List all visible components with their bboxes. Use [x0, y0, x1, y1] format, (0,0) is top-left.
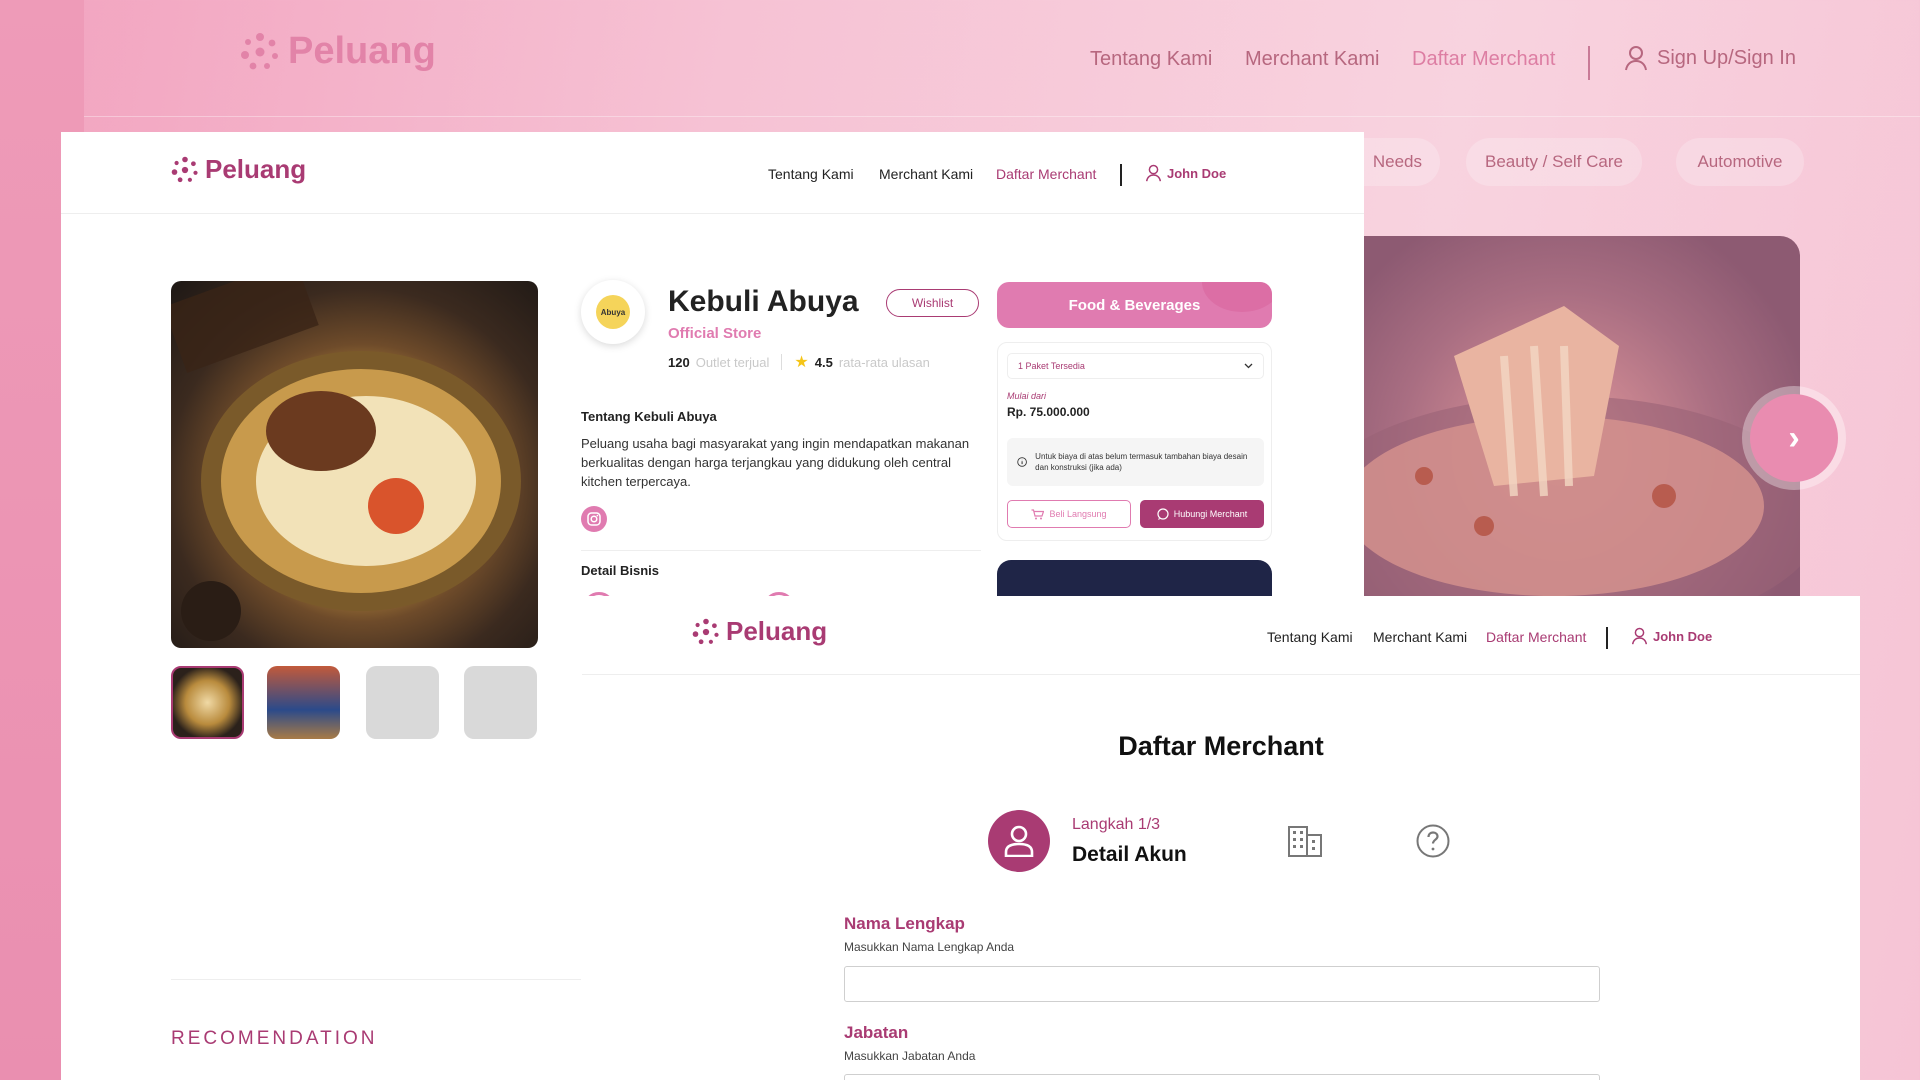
wishlist-button[interactable]: Wishlist	[886, 289, 979, 317]
background-category-beauty[interactable]: Beauty / Self Care	[1466, 138, 1642, 186]
store-thumbnail-4[interactable]	[464, 666, 537, 739]
section-divider	[581, 550, 981, 551]
category-decoration	[1202, 282, 1272, 312]
package-price: Rp. 75.000.000	[1007, 405, 1090, 419]
store-thumbnail-2[interactable]	[267, 666, 340, 739]
buy-now-label: Beli Langsung	[1049, 509, 1107, 519]
user-icon	[1146, 164, 1161, 182]
register-nav-merchant-kami[interactable]: Merchant Kami	[1373, 629, 1467, 645]
detail-logo-text: Peluang	[205, 154, 307, 184]
info-icon	[1017, 457, 1027, 467]
rating-label: rata-rata ulasan	[838, 354, 930, 370]
step-name: Detail Akun	[1072, 843, 1187, 866]
store-stats: 120 Outlet terjual ★ 4.5 rata-rata ulasa…	[668, 352, 930, 372]
about-title: Tentang Kebuli Abuya	[581, 409, 717, 424]
position-input[interactable]	[844, 1074, 1600, 1080]
rating-value: 4.5	[814, 354, 833, 370]
register-user-menu[interactable]: John Doe	[1632, 627, 1712, 645]
user-icon	[1004, 825, 1034, 857]
peluang-logo-icon	[692, 618, 719, 644]
position-label: Jabatan	[844, 1023, 909, 1042]
store-thumbnail-3[interactable]	[366, 666, 439, 739]
background-carousel-next-button[interactable]: ›	[1742, 386, 1846, 490]
chevron-right-icon: ›	[1750, 394, 1838, 482]
detail-nav-merchant-kami[interactable]: Merchant Kami	[879, 166, 973, 182]
store-name: Kebuli Abuya	[668, 285, 859, 318]
step-label: Langkah 1/3	[1072, 816, 1161, 833]
background-logo-text: Peluang	[288, 30, 436, 72]
register-logo[interactable]: Peluang	[692, 616, 827, 647]
outlets-label: Outlet terjual	[695, 354, 770, 370]
background-pizza-banner-image	[1364, 236, 1800, 596]
background-nav-daftar-merchant[interactable]: Daftar Merchant	[1412, 48, 1555, 71]
star-icon: ★	[794, 354, 809, 371]
instagram-glyph	[587, 512, 601, 526]
background-sign-in-text: Sign Up/Sign In	[1657, 46, 1796, 69]
register-merchant-page: Peluang Tentang Kami Merchant Kami Dafta…	[582, 596, 1860, 1080]
detail-nav-divider	[1120, 164, 1122, 186]
register-page-header: Peluang Tentang Kami Merchant Kami Dafta…	[582, 596, 1860, 675]
store-thumbnail-1[interactable]	[171, 666, 244, 739]
recommendation-divider	[171, 979, 581, 980]
chat-icon	[1157, 508, 1169, 520]
price-label: Mulai dari	[1007, 391, 1047, 401]
category-label: Food & Beverages	[1068, 296, 1201, 314]
category-badge: Food & Beverages	[997, 282, 1272, 328]
pizza-illustration	[1364, 306, 1800, 596]
detail-page-header: Peluang Tentang Kami Merchant Kami Dafta…	[61, 132, 1364, 214]
about-text: Peluang usaha bagi masyarakat yang ingin…	[581, 436, 970, 489]
register-logo-text: Peluang	[726, 616, 828, 646]
background-nav-merchant-kami[interactable]: Merchant Kami	[1245, 48, 1380, 71]
building-icon	[1287, 823, 1323, 859]
detail-user-menu[interactable]: John Doe	[1146, 164, 1226, 182]
register-form-title: Daftar Merchant	[1118, 731, 1324, 761]
peluang-logo-icon	[241, 32, 278, 69]
register-nav-tentang-kami[interactable]: Tentang Kami	[1267, 629, 1353, 645]
contact-merchant-button[interactable]: Hubungi Merchant	[1140, 500, 1264, 528]
cart-icon	[1031, 508, 1045, 519]
detail-logo[interactable]: Peluang	[171, 154, 306, 185]
background-logo: Peluang	[240, 30, 436, 73]
package-select[interactable]: 1 Paket Tersedia	[1007, 353, 1264, 379]
register-user-name: John Doe	[1653, 628, 1713, 644]
instagram-icon[interactable]	[581, 506, 607, 532]
price-note: Untuk biaya di atas belum termasuk tamba…	[1007, 438, 1264, 486]
full-name-label: Nama Lengkap	[844, 914, 965, 933]
package-card: 1 Paket Tersedia Mulai dari Rp. 75.000.0…	[997, 342, 1272, 541]
store-main-photo[interactable]	[171, 281, 538, 648]
background-nav-divider	[1588, 46, 1590, 80]
recommendation-title: RECOMENDATION	[171, 1028, 378, 1049]
background-nav-tentang-kami[interactable]: Tentang Kami	[1090, 48, 1212, 71]
question-icon	[1415, 823, 1451, 859]
step-account-circle	[988, 810, 1050, 872]
store-logo-text: Abuya	[596, 295, 630, 329]
kebuli-rice-illustration	[171, 281, 521, 641]
stats-divider	[781, 354, 783, 370]
user-icon	[1632, 627, 1647, 645]
full-name-help: Masukkan Nama Lengkap Anda	[844, 940, 1015, 954]
chevron-down-icon	[1244, 363, 1253, 369]
official-store-badge: Official Store	[668, 325, 762, 342]
question-glyph	[1416, 824, 1450, 858]
full-name-input[interactable]	[844, 966, 1600, 1002]
contact-merchant-label: Hubungi Merchant	[1173, 509, 1248, 519]
buy-now-button[interactable]: Beli Langsung	[1007, 500, 1131, 528]
price-note-text: Untuk biaya di atas belum termasuk tamba…	[1035, 452, 1248, 472]
outlets-count: 120	[668, 354, 690, 370]
detail-nav-tentang-kami[interactable]: Tentang Kami	[768, 166, 854, 182]
store-logo-avatar: Abuya	[581, 280, 645, 344]
position-help: Masukkan Jabatan Anda	[844, 1049, 976, 1063]
register-nav-divider	[1606, 627, 1608, 649]
background-sign-in-link[interactable]: Sign Up/Sign In	[1625, 45, 1796, 71]
register-nav-daftar-merchant[interactable]: Daftar Merchant	[1486, 629, 1586, 645]
background-category-automotive[interactable]: Automotive	[1676, 138, 1804, 186]
package-select-value: 1 Paket Tersedia	[1018, 361, 1085, 371]
building-glyph	[1288, 826, 1322, 857]
detail-user-name: John Doe	[1167, 165, 1227, 181]
dark-promo-card	[997, 560, 1272, 600]
user-icon	[1625, 46, 1647, 71]
peluang-logo-icon	[171, 156, 198, 182]
detail-nav-daftar-merchant[interactable]: Daftar Merchant	[996, 166, 1096, 182]
business-detail-title: Detail Bisnis	[581, 563, 660, 578]
